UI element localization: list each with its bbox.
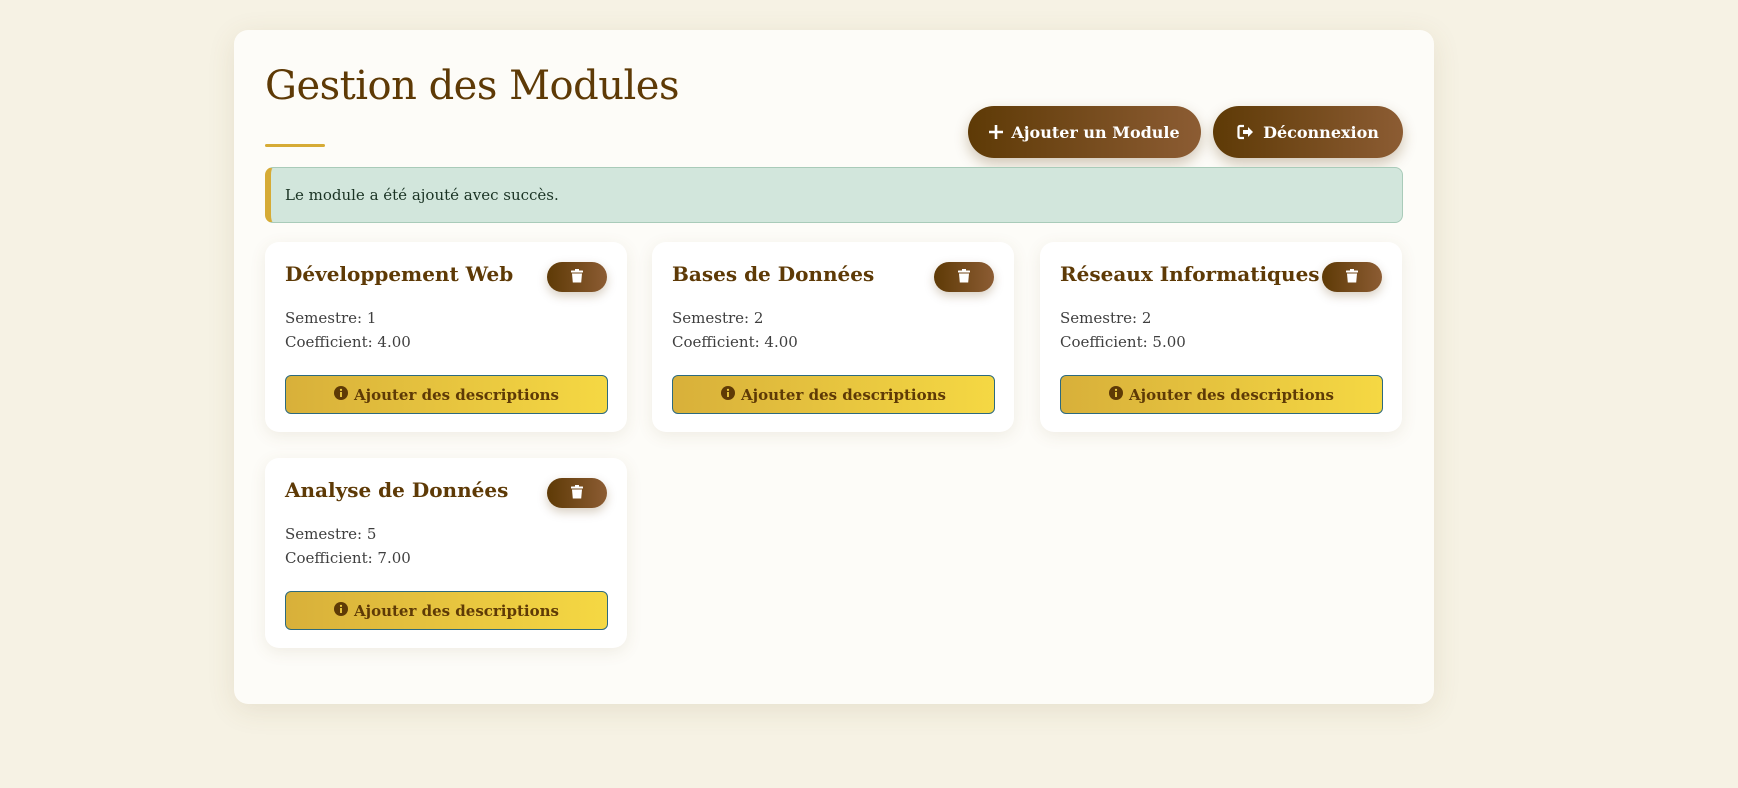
delete-module-button[interactable]: [934, 262, 994, 292]
main-panel: Gestion des Modules Ajouter un Module Dé…: [234, 30, 1434, 704]
module-semester: Semestre: 2: [1060, 309, 1152, 327]
module-details: Semestre: 2 Coefficient: 4.00: [672, 306, 798, 354]
add-module-label: Ajouter un Module: [1011, 122, 1180, 142]
title-underline: [265, 144, 325, 147]
module-semester: Semestre: 1: [285, 309, 377, 327]
module-coefficient: Coefficient: 7.00: [285, 549, 411, 567]
add-descriptions-label: Ajouter des descriptions: [1129, 385, 1334, 404]
module-card: Analyse de Données Semestre: 5 Coefficie…: [265, 458, 627, 648]
add-descriptions-button[interactable]: Ajouter des descriptions: [285, 375, 608, 414]
module-title: Développement Web: [285, 262, 514, 286]
info-circle-icon: [721, 385, 736, 404]
trash-icon: [958, 268, 970, 286]
info-circle-icon: [1109, 385, 1124, 404]
module-semester: Semestre: 2: [672, 309, 764, 327]
delete-module-button[interactable]: [547, 262, 607, 292]
logout-label: Déconnexion: [1263, 122, 1379, 142]
page-header: Gestion des Modules Ajouter un Module Dé…: [265, 58, 1403, 158]
module-coefficient: Coefficient: 4.00: [672, 333, 798, 351]
add-descriptions-label: Ajouter des descriptions: [354, 385, 559, 404]
add-descriptions-label: Ajouter des descriptions: [354, 601, 559, 620]
module-details: Semestre: 2 Coefficient: 5.00: [1060, 306, 1186, 354]
trash-icon: [571, 484, 583, 502]
delete-module-button[interactable]: [1322, 262, 1382, 292]
module-title: Analyse de Données: [285, 478, 509, 502]
module-title: Bases de Données: [672, 262, 875, 286]
plus-icon: [989, 125, 1004, 139]
alert-message: Le module a été ajouté avec succès.: [285, 186, 559, 204]
sign-out-icon: [1237, 124, 1255, 140]
trash-icon: [1346, 268, 1358, 286]
logout-button[interactable]: Déconnexion: [1213, 106, 1403, 158]
module-semester: Semestre: 5: [285, 525, 377, 543]
add-descriptions-button[interactable]: Ajouter des descriptions: [672, 375, 995, 414]
info-circle-icon: [334, 601, 349, 620]
module-card: Développement Web Semestre: 1 Coefficien…: [265, 242, 627, 432]
module-card: Réseaux Informatiques Semestre: 2 Coeffi…: [1040, 242, 1402, 432]
module-title: Réseaux Informatiques: [1060, 262, 1320, 286]
add-descriptions-button[interactable]: Ajouter des descriptions: [1060, 375, 1383, 414]
module-card: Bases de Données Semestre: 2 Coefficient…: [652, 242, 1014, 432]
module-coefficient: Coefficient: 4.00: [285, 333, 411, 351]
add-module-button[interactable]: Ajouter un Module: [968, 106, 1201, 158]
info-circle-icon: [334, 385, 349, 404]
module-coefficient: Coefficient: 5.00: [1060, 333, 1186, 351]
delete-module-button[interactable]: [547, 478, 607, 508]
module-details: Semestre: 5 Coefficient: 7.00: [285, 522, 411, 570]
page-title: Gestion des Modules: [265, 63, 680, 109]
trash-icon: [571, 268, 583, 286]
module-details: Semestre: 1 Coefficient: 4.00: [285, 306, 411, 354]
add-descriptions-label: Ajouter des descriptions: [741, 385, 946, 404]
add-descriptions-button[interactable]: Ajouter des descriptions: [285, 591, 608, 630]
success-alert: Le module a été ajouté avec succès.: [265, 167, 1403, 223]
